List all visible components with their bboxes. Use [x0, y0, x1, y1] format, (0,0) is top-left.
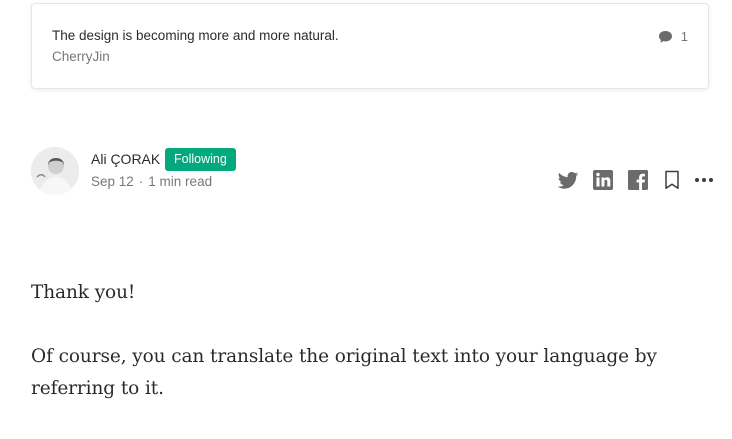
twitter-icon[interactable] [556, 168, 580, 192]
avatar[interactable] [31, 147, 79, 195]
responses-count-value: 1 [680, 29, 688, 44]
author-name[interactable]: Ali ÇORAK [91, 151, 160, 167]
facebook-icon[interactable] [626, 168, 650, 192]
response-text: The design is becoming more and more nat… [52, 28, 339, 43]
post-date[interactable]: Sep 12 [91, 174, 134, 189]
speech-bubble-icon [658, 30, 673, 44]
following-button[interactable]: Following [165, 148, 236, 171]
response-author: CherryJin [52, 49, 110, 64]
read-time: 1 min read [148, 174, 213, 189]
response-card[interactable]: The design is becoming more and more nat… [31, 3, 709, 89]
linkedin-icon[interactable] [591, 168, 615, 192]
post-meta: Sep 12 · 1 min read [91, 174, 212, 189]
responses-count[interactable]: 1 [658, 29, 688, 44]
meta-separator: · [138, 174, 144, 189]
article-paragraph: Thank you! [31, 282, 136, 303]
article-paragraph: Of course, you can translate the origina… [31, 346, 657, 399]
bookmark-icon[interactable] [660, 168, 684, 192]
more-icon[interactable] [692, 168, 716, 192]
